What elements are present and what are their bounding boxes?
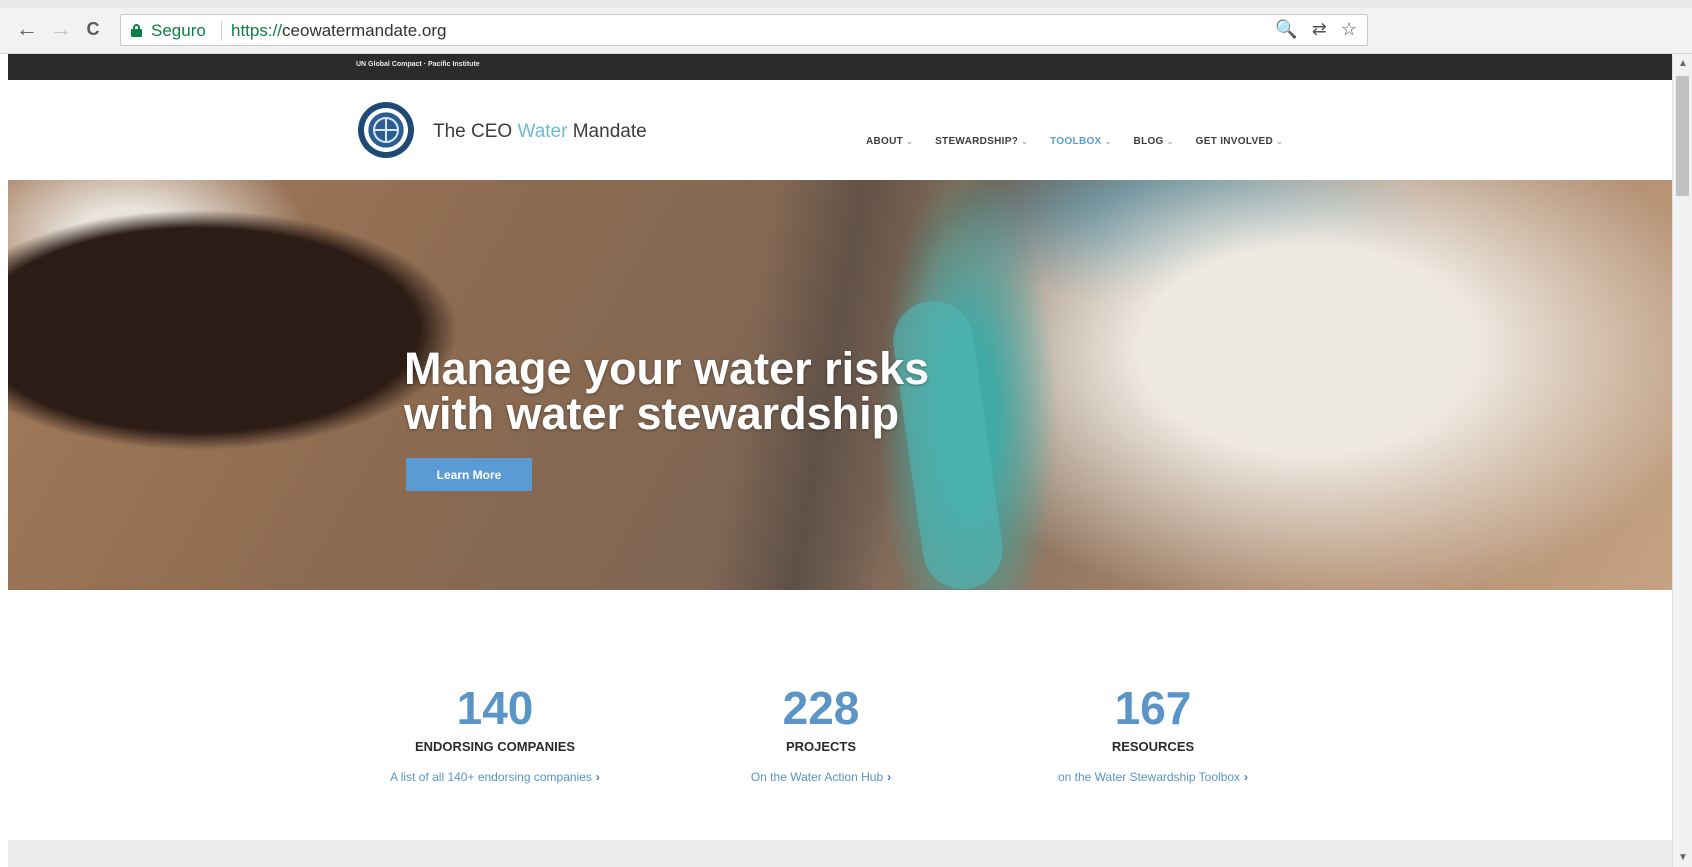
- globe-icon: [373, 117, 399, 143]
- chevron-right-icon: ›: [887, 770, 892, 784]
- scrollbar-thumb[interactable]: [1676, 76, 1689, 196]
- page-scrollbar[interactable]: ▲ ▼: [1672, 54, 1692, 867]
- forward-button[interactable]: →: [50, 16, 72, 41]
- top-bar-text[interactable]: UN Global Compact · Pacific Institute: [356, 61, 480, 68]
- scroll-up-icon[interactable]: ▲: [1678, 58, 1688, 69]
- lock-icon: [131, 24, 142, 37]
- hero-headline-line1: Manage your water risks: [404, 343, 930, 394]
- translate-icon[interactable]: ⇄: [1312, 19, 1327, 40]
- stat-resources: 167 RESOURCES on the Water Stewardship T…: [993, 685, 1313, 784]
- stat-label: PROJECTS: [785, 739, 857, 754]
- site-header: The CEO Water Mandate ABOUT ⌄ STEWARDSHIP…: [8, 80, 1672, 180]
- brand-post: Mandate: [567, 121, 647, 142]
- chevron-down-icon: ⌄: [1275, 137, 1283, 146]
- learn-more-button[interactable]: Learn More: [406, 458, 532, 491]
- stat-number: 167: [1114, 682, 1192, 734]
- footer-strip: [8, 840, 1672, 867]
- back-button[interactable]: ←: [16, 16, 38, 41]
- tab-strip: [0, 0, 1692, 8]
- stat-number: 228: [782, 682, 860, 734]
- zoom-icon[interactable]: 🔍: [1275, 19, 1297, 40]
- address-divider: [221, 21, 222, 41]
- stat-label: ENDORSING COMPANIES: [414, 739, 576, 754]
- address-bar[interactable]: Seguro https://ceowatermandate.org 🔍 ⇄ ☆: [120, 14, 1368, 46]
- nav-get-involved-label: GET INVOLVED: [1195, 136, 1273, 147]
- hero-headline-line2: with water stewardship: [404, 388, 900, 439]
- stat-link-text: On the Water Action Hub: [750, 770, 884, 784]
- scroll-down-icon[interactable]: ▼: [1678, 852, 1688, 863]
- stat-link-toolbox[interactable]: on the Water Stewardship Toolbox ›: [993, 770, 1313, 784]
- hero-banner: Manage your water risks with water stewar…: [8, 180, 1672, 590]
- url-text[interactable]: https://ceowatermandate.org: [231, 21, 446, 41]
- chevron-down-icon: ⌄: [1166, 137, 1174, 146]
- url-host: ceowatermandate.org: [282, 21, 447, 40]
- stat-endorsing-companies: 140 ENDORSING COMPANIES A list of all 14…: [335, 685, 655, 784]
- browser-toolbar: ← → C Seguro https://ceowatermandate.org…: [0, 0, 1692, 54]
- nav-stewardship[interactable]: STEWARDSHIP? ⌄: [935, 136, 1028, 147]
- nav-get-involved[interactable]: GET INVOLVED ⌄: [1196, 136, 1283, 147]
- url-scheme: https://: [231, 21, 283, 40]
- nav-toolbox[interactable]: TOOLBOX ⌄: [1050, 136, 1111, 147]
- nav-stewardship-label: STEWARDSHIP?: [935, 136, 1019, 147]
- chevron-right-icon: ›: [595, 770, 600, 784]
- brand-pre: The CEO: [433, 121, 518, 142]
- main-nav: ABOUT ⌄ STEWARDSHIP? ⌄ TOOLBOX ⌄ BLOG ⌄ GET …: [866, 136, 1283, 147]
- stat-number: 140: [456, 682, 534, 734]
- secure-label: Seguro: [151, 21, 206, 40]
- hero-headline: Manage your water risks with water stewar…: [404, 346, 964, 436]
- chevron-right-icon: ›: [1244, 770, 1249, 784]
- stat-link-water-action-hub[interactable]: On the Water Action Hub ›: [661, 770, 981, 784]
- bookmark-star-icon[interactable]: ☆: [1341, 19, 1357, 40]
- address-bar-actions: 🔍 ⇄ ☆: [1275, 19, 1357, 40]
- chevron-down-icon: ⌄: [1021, 137, 1029, 146]
- stats-section: 140 ENDORSING COMPANIES A list of all 14…: [8, 590, 1672, 840]
- site-brand[interactable]: The CEO Water Mandate: [433, 121, 647, 143]
- nav-blog[interactable]: BLOG ⌄: [1134, 136, 1174, 147]
- top-bar: UN Global Compact · Pacific Institute: [8, 54, 1672, 80]
- stat-label: RESOURCES: [1111, 739, 1195, 754]
- chevron-down-icon: ⌄: [906, 137, 914, 146]
- nav-about[interactable]: ABOUT ⌄: [866, 136, 913, 147]
- stat-link-companies[interactable]: A list of all 140+ endorsing companies ›: [335, 770, 655, 784]
- chevron-down-icon: ⌄: [1104, 137, 1112, 146]
- nav-about-label: ABOUT: [866, 136, 904, 147]
- stat-link-text: on the Water Stewardship Toolbox: [1057, 770, 1241, 784]
- nav-blog-label: BLOG: [1133, 136, 1164, 147]
- un-global-compact-logo[interactable]: [358, 102, 414, 158]
- stat-link-text: A list of all 140+ endorsing companies: [390, 770, 592, 784]
- nav-toolbox-label: TOOLBOX: [1050, 136, 1102, 147]
- web-page: UN Global Compact · Pacific Institute Th…: [8, 54, 1672, 867]
- brand-water: Water: [517, 121, 568, 142]
- stat-projects: 228 PROJECTS On the Water Action Hub ›: [661, 685, 981, 784]
- reload-button[interactable]: C: [82, 18, 104, 40]
